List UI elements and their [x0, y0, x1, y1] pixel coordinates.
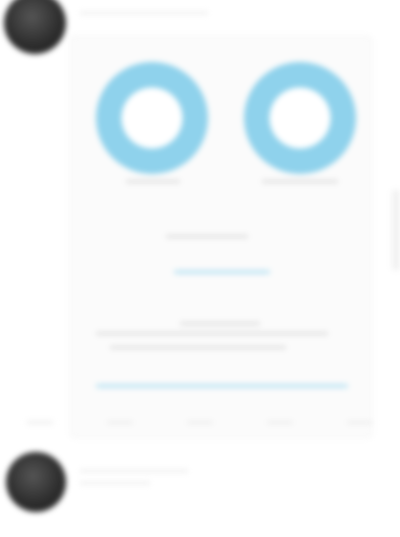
card-text-line — [180, 322, 260, 325]
action-button[interactable] — [267, 420, 293, 424]
stat-caption-1 — [126, 180, 180, 183]
side-scroll-tab[interactable] — [392, 190, 400, 270]
action-button[interactable] — [107, 420, 133, 424]
action-button[interactable] — [27, 420, 53, 424]
stat-ring-2 — [244, 62, 356, 174]
feed — [0, 0, 400, 537]
avatar[interactable] — [6, 452, 66, 512]
card-link-line[interactable] — [174, 270, 270, 274]
post-action-row — [0, 412, 400, 432]
action-button[interactable] — [347, 420, 373, 424]
author-name-placeholder — [80, 470, 188, 472]
author-name-placeholder — [80, 12, 208, 14]
card-text-line — [96, 332, 328, 335]
stat-caption-2 — [262, 180, 338, 183]
card-text-line — [166, 235, 248, 238]
card-text-line — [110, 346, 286, 349]
card-cta-line[interactable] — [96, 384, 348, 388]
avatar[interactable] — [4, 0, 66, 54]
stat-ring-1 — [96, 62, 208, 174]
author-meta-placeholder — [80, 482, 150, 484]
action-button[interactable] — [187, 420, 213, 424]
